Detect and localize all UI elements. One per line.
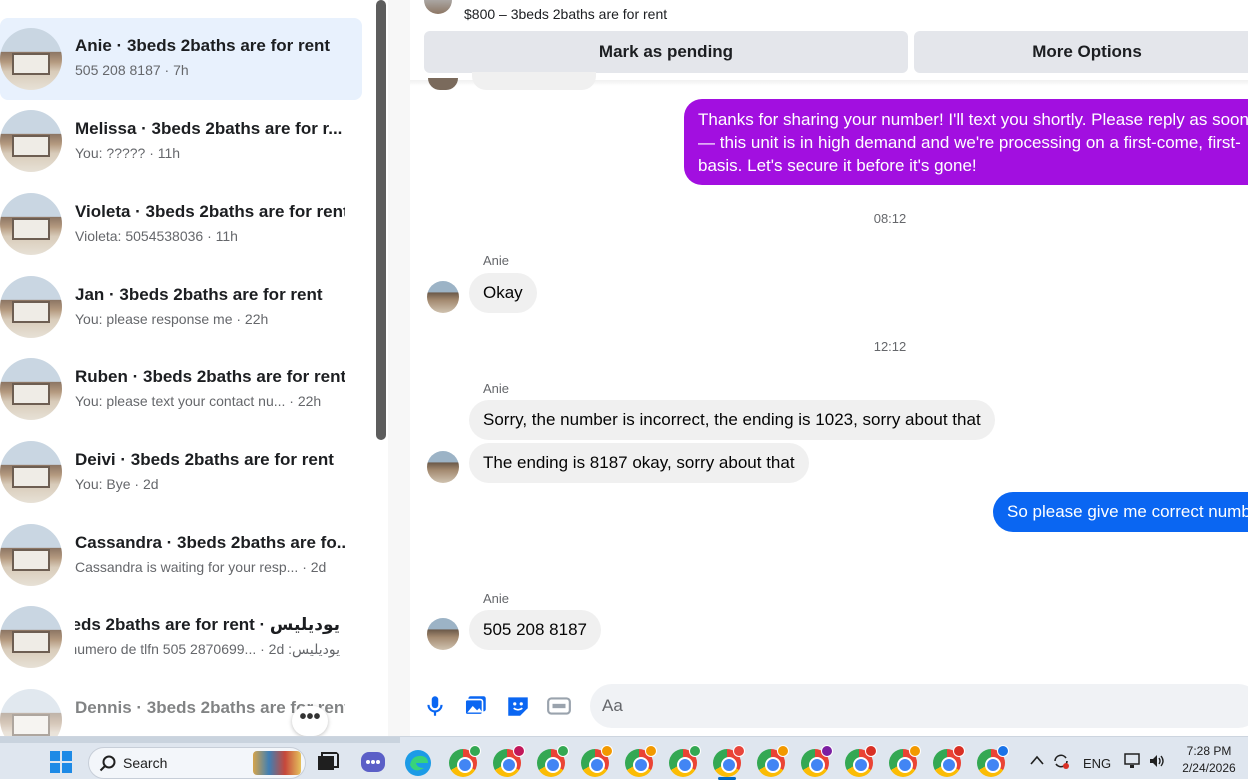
language-indicator[interactable]: ENG [1083,756,1111,771]
chat-pane: $800 – 3beds 2baths are for rent Mark as… [410,0,1248,736]
message-input[interactable]: Aa [590,684,1248,728]
sender-name: Anie [483,253,510,268]
chrome-icon[interactable] [537,745,569,777]
message-line: — this unit is in high demand and we're … [698,133,1241,152]
chrome-icon[interactable] [581,745,613,777]
conversation-thumbnail [0,606,62,668]
conversation-preview: 505 208 8187 · 7h [75,62,189,78]
conversation-thumbnail [0,193,62,255]
message-bubble-outgoing[interactable]: So please give me correct numb [993,492,1248,532]
windows-taskbar: Search ENG 7:28 PM 2/24/2026 [0,736,1248,780]
conversation-preview: You: ????? · 11h [75,145,181,161]
mark-as-pending-button[interactable]: Mark as pending [424,31,908,73]
clock-time: 7:28 PM [1186,744,1232,758]
conversation-title: Anie · 3beds 2baths are for rent [75,36,331,55]
chevron-up-icon[interactable] [1030,755,1044,765]
message-bubble-incoming [472,72,596,90]
more-options-icon[interactable]: ••• [292,706,328,736]
conversation-title: Jan · 3beds 2baths are for rent [75,285,323,304]
avatar[interactable] [427,618,459,650]
message-line: basis. Let's secure it before it's gone! [698,156,977,175]
conversation-thumbnail [0,524,62,586]
sticker-icon[interactable] [505,693,531,719]
pane-divider [388,0,410,736]
conversation-preview: Cassandra is waiting for your resp... · … [75,559,327,575]
task-view-icon[interactable] [314,749,342,777]
network-icon[interactable] [1124,753,1142,769]
conversation-item[interactable] [0,0,362,10]
conversation-item-deivi[interactable]: Deivi · 3beds 2baths are for rent You: B… [0,432,362,514]
search-label: Search [123,755,168,771]
conversation-thumbnail [0,28,62,90]
search-icon [99,755,116,772]
chrome-icon[interactable] [669,745,701,777]
conversation-item-jan[interactable]: Jan · 3beds 2baths are for rent You: ple… [0,267,362,349]
message-bubble-incoming[interactable]: Okay [469,273,537,313]
conversation-thumbnail [0,441,62,503]
conversation-title: Deivi · 3beds 2baths are for rent [75,450,334,469]
chrome-icon[interactable] [757,745,789,777]
conversation-item-melissa[interactable]: Melissa · 3beds 2baths are for r... You:… [0,101,362,183]
edge-icon[interactable] [404,749,432,777]
chrome-icon[interactable] [977,745,1009,777]
volume-icon[interactable] [1148,753,1166,769]
gif-icon[interactable] [546,693,572,719]
chrome-icon[interactable] [449,745,481,777]
conversation-thumbnail [0,110,62,172]
conversation-preview: يوديليس: numero de tlfn 505 2870699... ·… [75,641,340,657]
sender-name: Anie [483,381,510,396]
avatar[interactable] [427,281,459,313]
chrome-icon[interactable] [889,745,921,777]
microphone-icon[interactable] [422,693,448,719]
conversation-item-cassandra[interactable]: Cassandra · 3beds 2baths are fo... Cassa… [0,515,362,597]
avatar[interactable] [427,451,459,483]
conversation-thumbnail [0,358,62,420]
sidebar-scrollbar-thumb[interactable] [376,0,386,440]
taskbar-overlay [0,737,400,743]
conversation-thumbnail [0,276,62,338]
conversation-preview: You: Bye · 2d [75,476,159,492]
message-line: Thanks for sharing your number! I'll tex… [698,110,1248,129]
listing-thumbnail [424,0,452,14]
conversation-preview: You: please text your contact nu... · 22… [75,393,322,409]
sender-name: Anie [483,591,510,606]
windows-start-icon[interactable] [50,751,72,773]
chrome-icon[interactable] [933,745,965,777]
more-options-button[interactable]: More Options [914,31,1248,73]
conversation-title: Melissa · 3beds 2baths are for r... [75,119,343,138]
chrome-icon-active[interactable] [713,745,745,777]
conversation-item-yudelis[interactable]: يوديليس · 3beds 2baths are for rent... ي… [0,597,362,679]
sync-icon[interactable] [1052,752,1070,770]
conversation-title: يوديليس · 3beds 2baths are for rent... [75,615,340,634]
conversation-title: Violeta · 3beds 2baths are for rent [75,202,345,221]
conversation-preview: You: please response me · 22h [75,311,269,327]
message-bubble-incoming[interactable]: The ending is 8187 okay, sorry about tha… [469,443,809,483]
message-bubble-outgoing[interactable]: Thanks for sharing your number! I'll tex… [684,99,1248,185]
taskbar-search[interactable]: Search [88,747,306,779]
conversation-thumbnail [0,689,62,736]
conversation-title: Cassandra · 3beds 2baths are fo... [75,533,345,552]
conversation-item-violeta[interactable]: Violeta · 3beds 2baths are for rent Viol… [0,184,362,266]
chrome-icon[interactable] [845,745,877,777]
conversation-preview: Violeta: 5054538036 · 11h [75,228,238,244]
message-bubble-incoming[interactable]: Sorry, the number is incorrect, the endi… [469,400,995,440]
conversation-item-anie[interactable]: Anie · 3beds 2baths are for rent 505 208… [0,18,362,100]
avatar [428,78,458,90]
listing-title: $800 – 3beds 2baths are for rent [464,6,668,22]
conversation-list: Anie · 3beds 2baths are for rent 505 208… [0,0,372,736]
chrome-icon[interactable] [493,745,525,777]
system-clock[interactable]: 7:28 PM 2/24/2026 [1176,743,1242,777]
conversation-item-ruben[interactable]: Ruben · 3beds 2baths are for rent You: p… [0,349,362,431]
clock-date: 2/24/2026 [1182,761,1236,775]
teams-chat-icon[interactable] [359,749,387,777]
message-timestamp: 08:12 [873,211,907,226]
search-highlight-icon [253,751,301,775]
conversation-title: Ruben · 3beds 2baths are for rent [75,367,345,386]
chrome-icon[interactable] [625,745,657,777]
message-timestamp: 12:12 [873,339,907,354]
message-bubble-incoming[interactable]: 505 208 8187 [469,610,601,650]
photo-icon[interactable] [463,693,489,719]
chrome-icon[interactable] [801,745,833,777]
